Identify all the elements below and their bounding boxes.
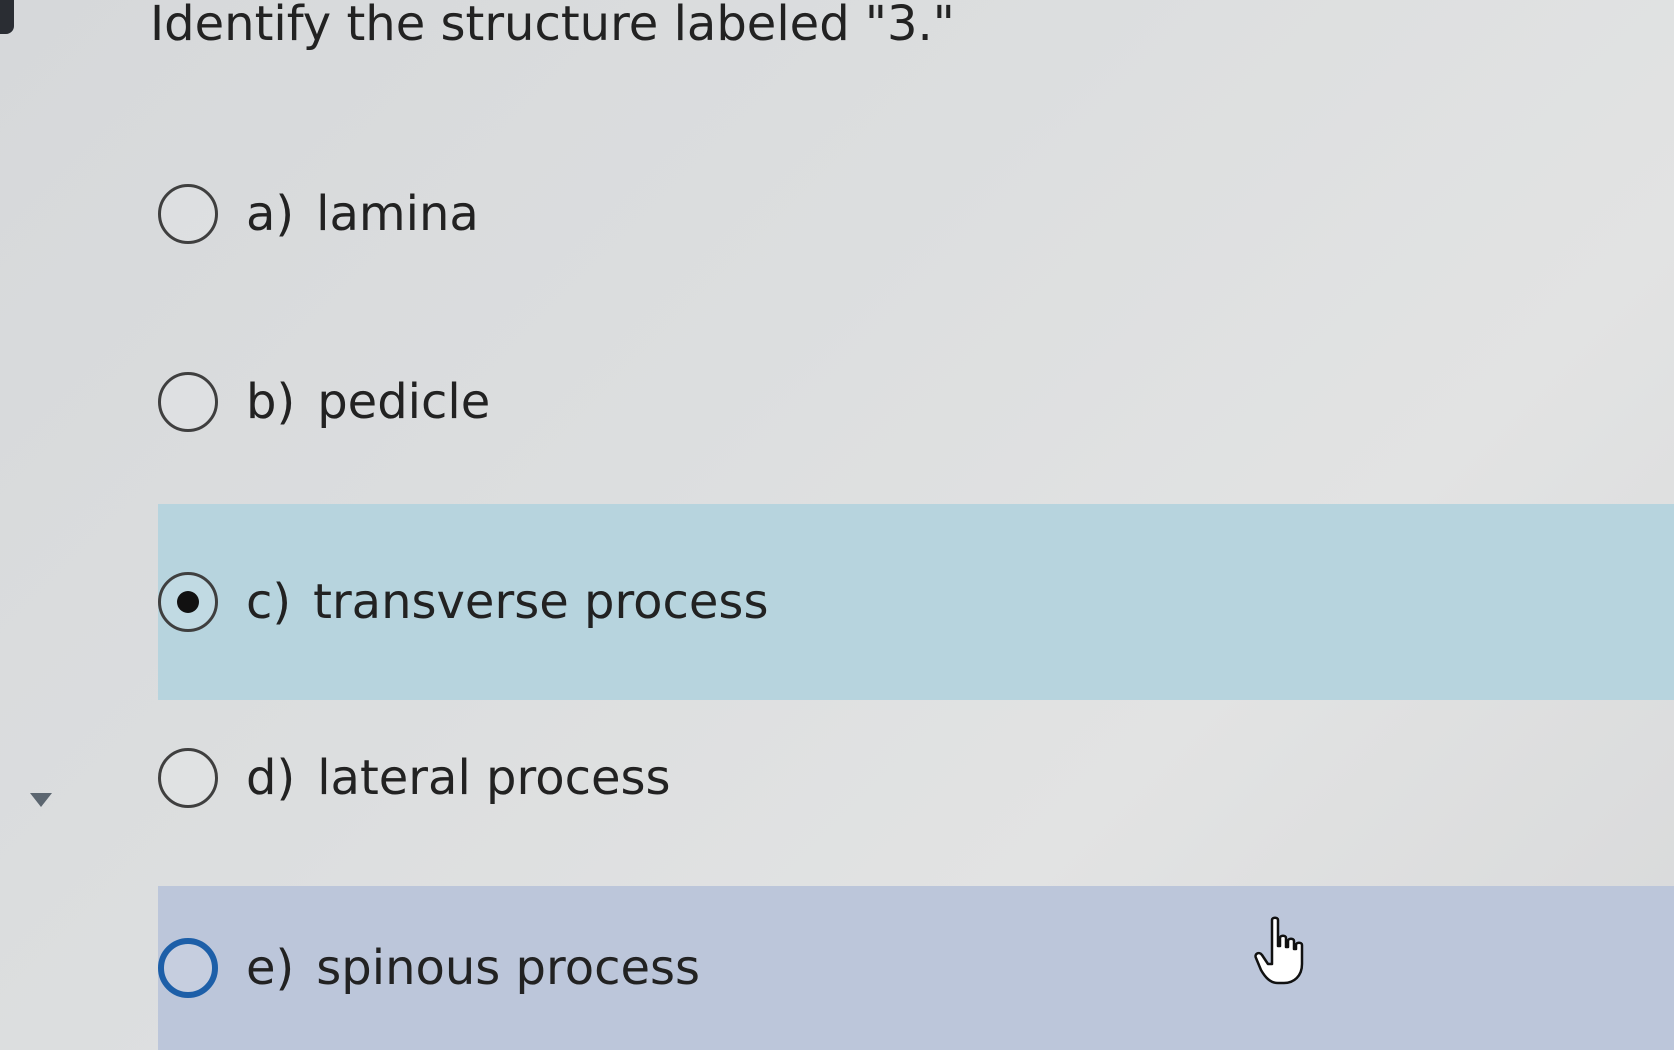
question-text: Identify the structure labeled "3.": [150, 0, 955, 52]
option-a-letter: a): [246, 186, 295, 242]
option-e-label: spinous process: [316, 940, 701, 996]
option-b-label: pedicle: [317, 374, 491, 430]
option-b-letter: b): [246, 374, 296, 430]
option-e-letter: e): [246, 940, 295, 996]
option-c[interactable]: c) transverse process: [158, 504, 1674, 700]
radio-selected-dot: [177, 591, 199, 613]
triangle-down-icon[interactable]: [30, 793, 52, 807]
radio-b[interactable]: [158, 372, 218, 432]
option-c-label: transverse process: [313, 574, 769, 630]
option-a[interactable]: a) lamina: [158, 166, 1674, 262]
left-accent-marker: [0, 0, 14, 34]
option-a-label: lamina: [316, 186, 479, 242]
option-d-letter: d): [246, 750, 296, 806]
option-c-letter: c): [246, 574, 292, 630]
option-d[interactable]: d) lateral process: [158, 730, 1674, 826]
option-b[interactable]: b) pedicle: [158, 354, 1674, 450]
radio-a[interactable]: [158, 184, 218, 244]
radio-d[interactable]: [158, 748, 218, 808]
radio-e[interactable]: [158, 938, 218, 998]
option-d-label: lateral process: [317, 750, 671, 806]
option-e[interactable]: e) spinous process: [158, 886, 1674, 1050]
radio-c[interactable]: [158, 572, 218, 632]
hand-pointer-icon: [1254, 916, 1304, 985]
